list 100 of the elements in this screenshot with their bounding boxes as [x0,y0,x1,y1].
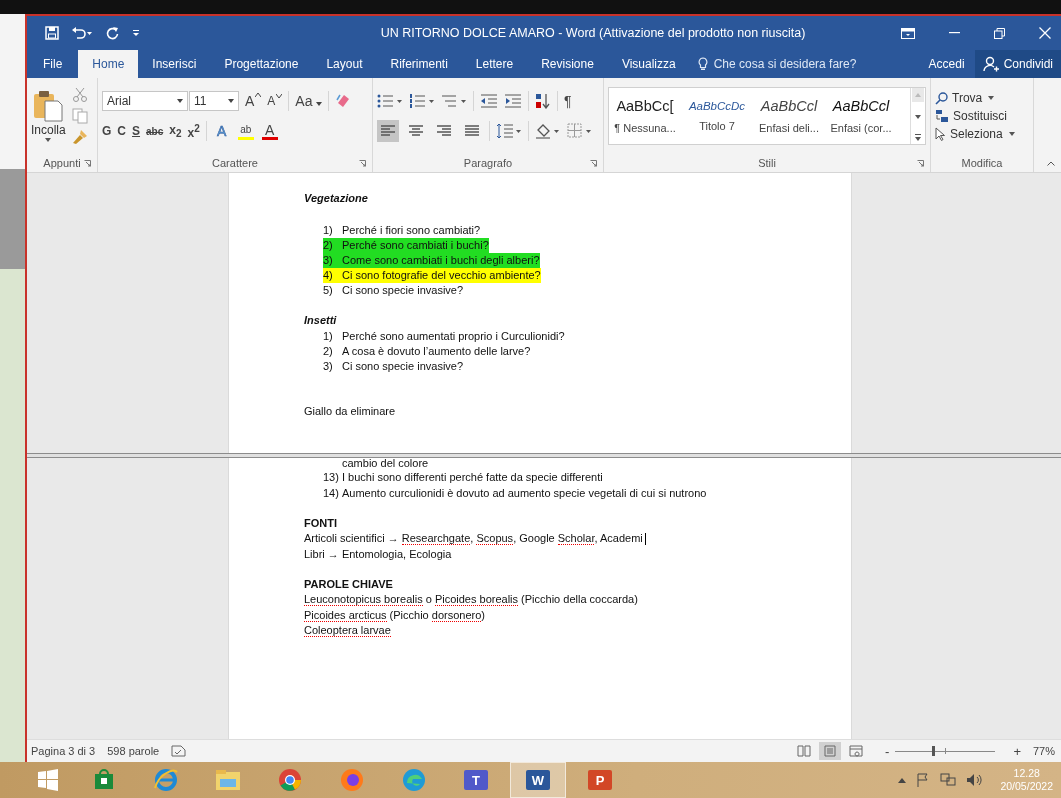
cursor-arrow-icon [935,127,946,141]
grow-font-button[interactable]: A [245,93,262,109]
bullet-list-icon[interactable] [377,94,403,108]
text-line: Leuconotopicus borealis o Picoides borealis (Picchio della coccarda) [304,592,638,608]
collapse-ribbon-icon[interactable] [1047,161,1055,166]
format-button[interactable]: S [132,124,141,138]
list-item: 3) Come sono cambiati i buchi degli alberi? [323,253,540,268]
ribbon-tab[interactable]: Home [78,50,139,78]
lightbulb-icon [697,57,708,71]
flag-icon[interactable] [916,773,931,787]
ribbon-tab[interactable]: File [27,50,79,78]
page-count[interactable]: Pagina 3 di 3 [31,745,96,757]
select-button[interactable]: Seleziona [935,127,1029,141]
format-button[interactable]: G [102,124,112,138]
group-label: Modifica [961,157,1003,169]
list-item: 1) Perché sono aumentati proprio i Curculionidi? [323,329,565,344]
split-bar[interactable] [27,453,1061,458]
section-heading: Vegetazione [304,191,369,206]
text-line: Coleoptera larvae [304,623,391,639]
taskbar-app[interactable]: P [572,762,628,798]
eraser-icon[interactable] [335,93,352,109]
customize-toolbar-icon[interactable] [132,29,140,37]
dialog-launcher-icon[interactable] [359,160,366,167]
borders-icon[interactable] [567,123,593,139]
section-title: FONTI [304,516,338,531]
ribbon-tab[interactable]: Inserisci [138,50,211,78]
font-name-field[interactable]: Arial [102,91,188,111]
scissors-icon[interactable] [71,87,88,103]
paste-button[interactable]: Incolla [31,90,66,142]
tell-me-field[interactable]: Che cosa si desidera fare? [697,50,857,78]
justify-icon [464,124,480,138]
print-layout-icon [823,745,838,757]
color-button[interactable]: A [260,122,279,140]
speaker-icon[interactable] [966,773,983,787]
network-icon[interactable] [940,773,957,787]
taskbar-app[interactable]: W [510,762,566,798]
ribbon-tab[interactable]: Visualizza [607,50,690,78]
paint-bucket-icon[interactable] [535,123,561,139]
paintbrush-icon[interactable] [71,129,88,145]
save-icon[interactable] [45,26,59,40]
format-button[interactable]: C [117,124,126,138]
browser-icon [340,768,364,792]
zoom-out-button[interactable]: - [885,743,890,759]
multilevel-list-icon[interactable] [441,94,467,108]
list-item: 13) I buchi sono differenti perché fatte da specie differenti [323,470,603,485]
show-hidden-icons-icon[interactable] [898,777,907,783]
word-count[interactable]: 598 parole [107,745,160,757]
view-button[interactable] [819,742,842,760]
caret-icon [177,99,183,103]
show-marks-button[interactable]: ¶ [564,93,572,109]
line-spacing-icon[interactable] [496,123,522,139]
list-item: 2) Perché sono cambiati i buchi? [323,238,489,253]
zoom-level[interactable]: 77% [1032,745,1061,757]
text-line: Libri → Entomologia, Ecologia [304,546,452,562]
shrink-font-button[interactable]: A [267,94,283,108]
color-button[interactable]: A [212,124,231,138]
ribbon-tab[interactable]: Layout [312,50,377,78]
decrease-indent-icon[interactable] [480,94,498,108]
font-size-field[interactable]: 11 [189,91,239,111]
redo-icon[interactable] [105,25,120,41]
ribbon-tab[interactable]: Lettere [461,50,528,78]
sign-in-link[interactable]: Accedi [918,50,975,78]
replace-button[interactable]: Sostituisci [935,109,1029,123]
restore-icon[interactable] [994,27,1005,39]
share-button[interactable]: Condividi [974,50,1061,78]
zoom-in-button[interactable]: + [1013,743,1021,759]
sort-icon[interactable] [535,93,551,109]
format-button[interactable]: x$_{2}$ [169,122,182,140]
taskbar-app[interactable]: T [448,762,504,798]
text-line: Articoli scientifici → Researchgate, Scopus, Google Scholar, Academi [304,531,643,547]
browser-icon [153,768,179,792]
style-item[interactable]: AaBbCc[ ¶ Nessuna... [609,88,681,144]
ribbon-tab[interactable]: Revisione [527,50,608,78]
align-button[interactable] [377,120,399,142]
style-item[interactable]: AaBbCcl Enfasi (cor... [825,88,897,144]
numbered-list-icon[interactable] [409,94,435,108]
dialog-launcher-icon[interactable] [590,160,597,167]
caret-icon [316,102,323,106]
close-icon[interactable] [1039,27,1051,39]
dialog-launcher-icon[interactable] [84,160,91,167]
ribbon-tab[interactable]: Riferimenti [376,50,462,78]
caret-down-icon [276,94,283,98]
find-button[interactable]: Trova [935,91,1029,105]
minimize-icon[interactable] [949,32,960,34]
ribbon-display-options-icon[interactable] [901,27,915,39]
ribbon-tab[interactable]: Progettazione [210,50,313,78]
paragraph: Giallo da eliminare [304,404,397,419]
dialog-launcher-icon[interactable] [917,160,924,167]
format-button[interactable]: x$^{2}$ [187,122,200,140]
proofing-icon[interactable] [171,745,187,757]
color-button[interactable]: ab [236,122,255,140]
text-line: Picoides arcticus (Picchio dorsonero) [304,607,485,623]
folder-icon [215,769,241,791]
undo-icon[interactable] [71,26,93,40]
increase-indent-icon[interactable] [504,94,522,108]
align-left-icon [380,124,396,138]
format-button[interactable]: abc [146,125,164,137]
style-item[interactable]: AaBbCcDc Titolo 7 [681,88,753,144]
change-case-button[interactable]: Aa [295,93,323,109]
style-item[interactable]: AaBbCcl Enfasi deli... [753,88,825,144]
